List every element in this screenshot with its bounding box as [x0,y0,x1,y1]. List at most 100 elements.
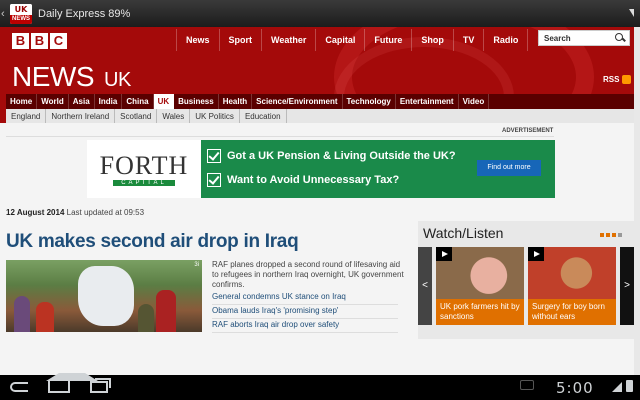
story-updated: Last updated at 09:53 [66,208,145,217]
search-icon[interactable] [615,33,625,43]
advert-brand-sub: CAPITAL [113,179,175,186]
back-icon[interactable] [10,382,28,392]
watch-listen-panel: Watch/Listen < UK pork farmers hit by sa… [418,221,634,339]
advert-line-2-text: Want to Avoid Unnecessary Tax? [227,174,400,186]
sub-nav: England Northern Ireland Scotland Wales … [6,109,634,123]
related-link[interactable]: RAF aborts Iraq air drop over safety [212,320,398,333]
topnav-shop[interactable]: Shop [411,29,453,51]
advert-logo: FORTH CAPITAL [87,140,201,198]
video-item[interactable]: UK pork farmers hit by sanctions [436,247,524,325]
video-thumbnail [528,247,616,299]
carousel-next-button[interactable]: > [620,247,634,325]
bbc-logo-letter: C [50,33,67,49]
advert-brand: FORTH [99,150,189,180]
story-summary: RAF planes dropped a second round of lif… [212,260,404,289]
carousel-dot[interactable] [612,233,616,237]
photo-figure [156,290,176,332]
rss-link[interactable]: RSS [603,75,632,84]
status-clock[interactable]: 5:00 [556,379,594,397]
secnav-india[interactable]: India [95,94,123,109]
photo-figure [36,302,54,332]
browser-title-bar: ‹ UK NEWS Daily Express 89% [0,0,640,27]
topnav-sport[interactable]: Sport [218,29,262,51]
secnav-health[interactable]: Health [219,94,253,109]
secnav-video[interactable]: Video [459,94,490,109]
window-title: Daily Express 89% [38,7,131,20]
favicon-news-text: NEWS [10,14,32,24]
carousel-dot[interactable] [618,233,622,237]
advert-banner[interactable]: FORTH CAPITAL Got a UK Pension & Living … [87,140,555,198]
battery-icon [626,380,633,392]
secnav-science[interactable]: Science/Environment [252,94,343,109]
section-nav: Home World Asia India China UK Business … [6,94,634,109]
secnav-technology[interactable]: Technology [343,94,396,109]
topnav-weather[interactable]: Weather [261,29,315,51]
news-title-text: NEWS [12,61,95,92]
web-page: B B C News Sport Weather Capital Future … [0,27,640,375]
secnav-uk[interactable]: UK [153,94,175,109]
secnav-entertainment[interactable]: Entertainment [396,94,459,109]
topnav-news[interactable]: News [176,29,219,51]
carousel-page-indicator [600,233,622,237]
carousel-prev-button[interactable]: < [418,247,432,325]
video-item[interactable]: Surgery for boy born without ears [528,247,616,325]
favicon-uk-text: UK [10,3,32,15]
advert-line-2: Want to Avoid Unnecessary Tax? [207,173,399,187]
secnav-business[interactable]: Business [174,94,219,109]
related-link[interactable]: General condemns UK stance on Iraq [212,292,398,305]
topnav-tv[interactable]: TV [452,29,484,51]
home-icon[interactable] [46,373,98,393]
carousel-dot[interactable] [606,233,610,237]
top-nav: News Sport Weather Capital Future Shop T… [176,29,575,51]
menu-corner-icon[interactable] [629,9,634,17]
advert-line-1-text: Got a UK Pension & Living Outside the UK… [227,150,456,162]
secnav-world[interactable]: World [37,94,69,109]
advert-message: Got a UK Pension & Living Outside the UK… [201,140,555,198]
carousel-dot[interactable] [600,233,604,237]
topnav-capital[interactable]: Capital [315,29,364,51]
checkbox-icon [207,173,221,187]
page-edge [634,27,640,375]
topnav-future[interactable]: Future [364,29,411,51]
topnav-radio[interactable]: Radio [483,29,527,51]
bbc-logo-letter: B [31,33,48,49]
bbc-masthead: B B C News Sport Weather Capital Future … [0,27,634,123]
photo-figure [138,304,154,332]
subnav-england[interactable]: England [6,109,47,123]
search-input[interactable]: Search [538,30,630,46]
subnav-scotland[interactable]: Scotland [115,109,158,123]
rss-icon [622,75,632,84]
tablet-screen: ‹ UK NEWS Daily Express 89% B B C News S… [0,0,640,400]
signal-icon [612,382,622,392]
secnav-home[interactable]: Home [6,94,38,109]
subnav-education[interactable]: Education [240,109,287,123]
video-caption: Surgery for boy born without ears [528,299,616,325]
bbc-logo-letter: B [12,33,29,49]
system-navigation-bar: 5:00 [0,373,640,400]
recent-apps-icon[interactable] [90,378,111,393]
divider [6,136,554,137]
news-title-suffix: UK [104,69,131,91]
find-out-more-button[interactable]: Find out more [477,160,541,176]
story-photo[interactable]: 3i [6,260,202,332]
photo-figure [14,296,30,332]
advert-line-1: Got a UK Pension & Living Outside the UK… [207,149,456,163]
video-caption: UK pork farmers hit by sanctions [436,299,524,325]
news-section-title[interactable]: NEWS UK [12,61,131,93]
play-icon [436,247,452,261]
notification-icons[interactable] [520,380,534,390]
related-link[interactable]: Obama lauds Iraq's 'promising step' [212,306,398,319]
back-chevron-icon[interactable]: ‹ [1,8,9,20]
notification-icon [520,380,534,390]
secnav-china[interactable]: China [122,94,154,109]
subnav-uk-politics[interactable]: UK Politics [190,109,240,123]
secnav-asia[interactable]: Asia [69,94,95,109]
advert-label: ADVERTISEMENT [502,128,554,134]
related-links: General condemns UK stance on Iraq Obama… [212,292,398,334]
photo-credit: 3i [194,262,199,268]
bbc-logo[interactable]: B B C [12,33,67,49]
subnav-wales[interactable]: Wales [157,109,191,123]
subnav-northern-ireland[interactable]: Northern Ireland [46,109,116,123]
search-placeholder: Search [544,33,571,43]
story-headline[interactable]: UK makes second air drop in Iraq [6,231,299,253]
